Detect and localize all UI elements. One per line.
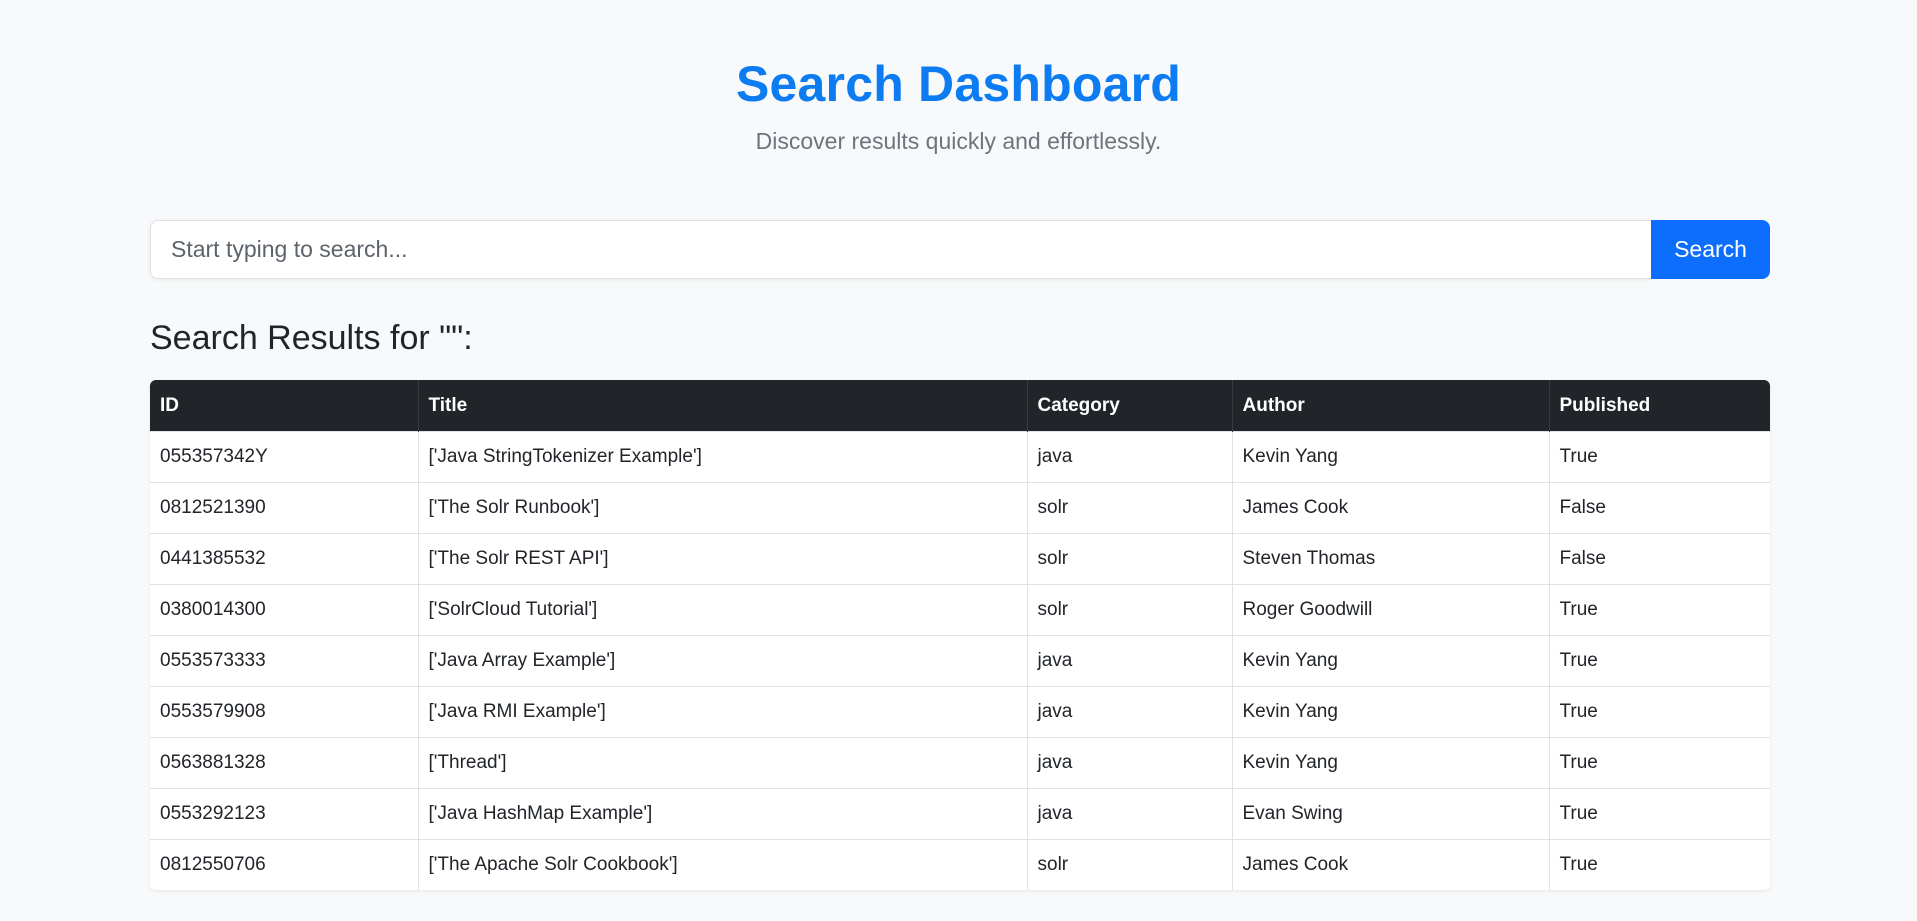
results-table-head: ID Title Category Author Published [150,380,1770,432]
search-input[interactable] [150,220,1651,279]
cell-published: True [1549,431,1770,483]
cell-category: solr [1027,482,1233,534]
cell-category: java [1027,686,1233,738]
table-row: 0563881328 ['Thread'] java Kevin Yang Tr… [150,737,1770,789]
table-row: 0812521390 ['The Solr Runbook'] solr Jam… [150,482,1770,534]
cell-title: ['The Apache Solr Cookbook'] [418,839,1028,890]
page-title: Search Dashboard [735,56,1182,112]
header-row: ID Title Category Author Published [150,380,1770,432]
cell-category: java [1027,635,1233,687]
cell-title: ['Java RMI Example'] [418,686,1028,738]
cell-id: 0553579908 [150,686,419,738]
cell-published: False [1549,533,1770,585]
cell-id: 0563881328 [150,737,419,789]
cell-id: 0812521390 [150,482,419,534]
cell-category: java [1027,431,1233,483]
cell-id: 0812550706 [150,839,419,890]
cell-id: 0441385532 [150,533,419,585]
cell-published: True [1549,737,1770,789]
table-row: 0553292123 ['Java HashMap Example'] java… [150,788,1770,840]
table-row: 0441385532 ['The Solr REST API'] solr St… [150,533,1770,585]
cell-category: solr [1027,584,1233,636]
search-button[interactable]: Search [1651,220,1770,279]
results-table-body: 055357342Y ['Java StringTokenizer Exampl… [150,431,1770,890]
results-table-container: ID Title Category Author Published 05535… [150,380,1770,890]
cell-title: ['Java StringTokenizer Example'] [418,431,1028,483]
column-header-published: Published [1549,380,1770,432]
column-header-title: Title [418,380,1028,432]
cell-title: ['The Solr Runbook'] [418,482,1028,534]
page-subtitle: Discover results quickly and effortlessl… [755,128,1162,154]
cell-author: Kevin Yang [1232,686,1550,738]
table-row: 0553573333 ['Java Array Example'] java K… [150,635,1770,687]
cell-id: 055357342Y [150,431,419,483]
results-table: ID Title Category Author Published 05535… [150,380,1770,890]
page-header: Search Dashboard Discover results quickl… [0,52,1917,156]
results-heading: Search Results for "": [150,319,473,357]
cell-id: 0380014300 [150,584,419,636]
cell-author: Kevin Yang [1232,431,1550,483]
cell-author: Evan Swing [1232,788,1550,840]
table-row: 0380014300 ['SolrCloud Tutorial'] solr R… [150,584,1770,636]
cell-category: solr [1027,533,1233,585]
cell-published: False [1549,482,1770,534]
cell-id: 0553573333 [150,635,419,687]
table-row: 0553579908 ['Java RMI Example'] java Kev… [150,686,1770,738]
column-header-author: Author [1232,380,1550,432]
cell-category: solr [1027,839,1233,890]
cell-author: Steven Thomas [1232,533,1550,585]
cell-title: ['Java Array Example'] [418,635,1028,687]
cell-category: java [1027,788,1233,840]
cell-published: True [1549,686,1770,738]
cell-published: True [1549,788,1770,840]
cell-category: java [1027,737,1233,789]
cell-published: True [1549,584,1770,636]
cell-title: ['SolrCloud Tutorial'] [418,584,1028,636]
column-header-category: Category [1027,380,1233,432]
cell-title: ['The Solr REST API'] [418,533,1028,585]
cell-author: Roger Goodwill [1232,584,1550,636]
table-row: 055357342Y ['Java StringTokenizer Exampl… [150,431,1770,483]
cell-author: Kevin Yang [1232,737,1550,789]
cell-title: ['Thread'] [418,737,1028,789]
search-bar: Search [150,220,1770,279]
cell-id: 0553292123 [150,788,419,840]
cell-title: ['Java HashMap Example'] [418,788,1028,840]
cell-author: James Cook [1232,839,1550,890]
page: Search Dashboard Discover results quickl… [0,0,1917,921]
table-row: 0812550706 ['The Apache Solr Cookbook'] … [150,839,1770,890]
cell-published: True [1549,839,1770,890]
cell-published: True [1549,635,1770,687]
column-header-id: ID [150,380,419,432]
cell-author: Kevin Yang [1232,635,1550,687]
cell-author: James Cook [1232,482,1550,534]
